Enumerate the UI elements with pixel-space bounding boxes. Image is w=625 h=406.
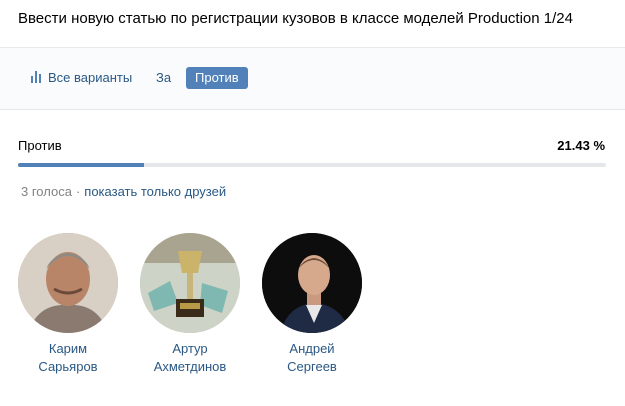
voter-first-name[interactable]: Артур xyxy=(140,340,240,358)
avatar[interactable] xyxy=(262,233,362,333)
avatar[interactable] xyxy=(140,233,240,333)
votes-count: 3 голоса xyxy=(21,184,72,199)
voter-name[interactable]: Андрей Сергеев xyxy=(262,340,362,376)
result-percent: 21.43 % xyxy=(557,138,605,153)
voter-first-name[interactable]: Андрей xyxy=(262,340,362,358)
result-progress-fill xyxy=(18,163,144,167)
poll-header: Ввести новую статью по регистрации кузов… xyxy=(0,0,625,48)
voter-last-name[interactable]: Ахметдинов xyxy=(140,358,240,376)
voter-first-name[interactable]: Карим xyxy=(18,340,118,358)
tab-za[interactable]: За xyxy=(156,67,171,89)
avatar[interactable] xyxy=(18,233,118,333)
votes-line: 3 голоса · показать только друзей xyxy=(21,184,226,199)
voter-name[interactable]: Артур Ахметдинов xyxy=(140,340,240,376)
voter-card[interactable]: Андрей Сергеев xyxy=(262,233,362,376)
bar-chart-icon xyxy=(31,71,43,83)
separator-dot: · xyxy=(75,184,81,199)
voter-card[interactable]: Артур Ахметдинов xyxy=(140,233,240,376)
voter-name[interactable]: Карим Сарьяров xyxy=(18,340,118,376)
voter-last-name[interactable]: Сергеев xyxy=(262,358,362,376)
poll-title: Ввести новую статью по регистрации кузов… xyxy=(18,10,573,27)
result-progress-bar xyxy=(18,163,606,167)
tab-all-variants-label: Все варианты xyxy=(48,70,133,85)
voter-card[interactable]: Карим Сарьяров xyxy=(18,233,118,376)
result-label: Против xyxy=(18,138,62,153)
show-friends-only-link[interactable]: показать только друзей xyxy=(84,184,226,199)
tab-against[interactable]: Против xyxy=(186,67,248,89)
tab-all-variants[interactable]: Все варианты xyxy=(31,67,132,89)
voter-last-name[interactable]: Сарьяров xyxy=(18,358,118,376)
filter-tabs: Все варианты За Против xyxy=(0,48,625,110)
